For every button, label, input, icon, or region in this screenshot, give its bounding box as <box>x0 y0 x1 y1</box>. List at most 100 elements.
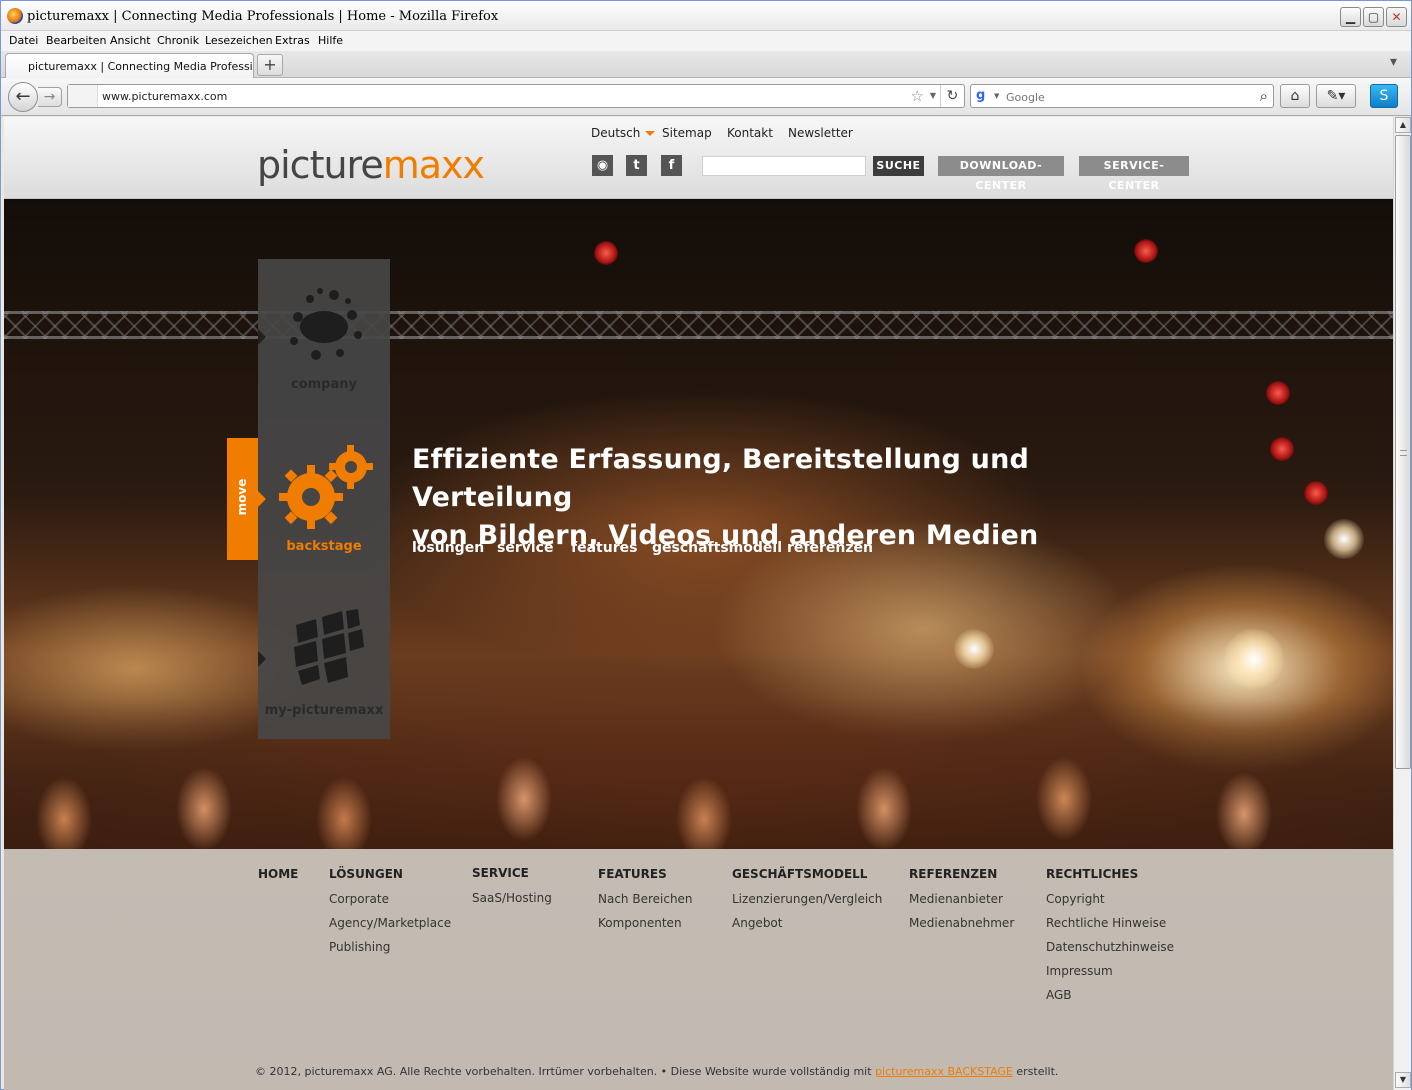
site-logo[interactable]: picturemaxx <box>257 143 485 187</box>
footer-link[interactable]: Nach Bereichen <box>598 892 693 906</box>
nav-newsletter[interactable]: Newsletter <box>788 126 853 140</box>
my-picturemaxx-label[interactable]: my-picturemaxx <box>258 703 390 718</box>
stage-spotlight-image <box>954 629 994 669</box>
footer-link[interactable]: Copyright <box>1046 892 1105 906</box>
window-title: picturemaxx | Connecting Media Professio… <box>27 9 499 24</box>
google-engine-icon[interactable]: g <box>976 88 992 104</box>
menu-lesezeichen[interactable]: Lesezeichen <box>205 34 273 47</box>
footer-link[interactable]: SaaS/Hosting <box>472 891 552 905</box>
company-label[interactable]: company <box>258 377 390 392</box>
company-splash-icon <box>290 288 362 360</box>
navigation-toolbar: ← → www.picturemaxx.com ☆ ▼ ↻ g ▼ Google… <box>1 78 1411 116</box>
footer-link[interactable]: Medienanbieter <box>909 892 1003 906</box>
stage-light-image <box>1266 381 1290 405</box>
backstage-link[interactable]: picturemaxx BACKSTAGE <box>875 1065 1013 1078</box>
footer-link[interactable]: AGB <box>1046 988 1072 1002</box>
stage-light-image <box>594 241 618 265</box>
footer-link[interactable]: Rechtliche Hinweise <box>1046 916 1166 930</box>
footer-heading-home[interactable]: HOME <box>258 867 298 881</box>
chevron-down-icon <box>645 131 656 136</box>
stage-spotlight-image <box>1224 629 1284 689</box>
footer-link[interactable]: Medienabnehmer <box>909 916 1014 930</box>
facebook-icon[interactable]: f <box>661 155 682 176</box>
footer-link[interactable]: Datenschutzhinweise <box>1046 940 1174 954</box>
stage-light-image <box>1304 481 1328 505</box>
home-icon[interactable]: ⌂ <box>1280 84 1310 108</box>
footer-heading-features[interactable]: FEATURES <box>598 867 667 881</box>
browser-window: picturemaxx | Connecting Media Professio… <box>0 0 1412 1090</box>
download-center-button[interactable]: DOWNLOAD-CENTER <box>938 156 1064 192</box>
url-bar[interactable]: www.picturemaxx.com ☆ ▼ ↻ <box>67 84 965 108</box>
vertical-scrollbar[interactable]: ▲ ▼ <box>1393 117 1411 1090</box>
tab-bar: picturemaxx | Connecting Media Professio… <box>1 51 1411 78</box>
subnav-referenzen[interactable]: referenzen <box>787 540 873 556</box>
footer-link[interactable]: Agency/Marketplace <box>329 916 451 930</box>
footer-heading-rechtliches[interactable]: RECHTLICHES <box>1046 867 1138 881</box>
close-button[interactable]: ✕ <box>1386 7 1407 27</box>
tab-picturemaxx[interactable]: picturemaxx | Connecting Media Professio… <box>5 53 254 78</box>
footer-link[interactable]: Impressum <box>1046 964 1113 978</box>
copyright-end: erstellt. <box>1016 1065 1059 1078</box>
menu-datei[interactable]: Datei <box>9 34 38 47</box>
rss-icon[interactable]: ◉ <box>592 155 613 176</box>
twitter-icon[interactable]: t <box>626 155 647 176</box>
scroll-thumb[interactable] <box>1395 135 1411 769</box>
subnav-service[interactable]: service <box>497 540 553 556</box>
search-placeholder[interactable]: Google <box>1006 91 1045 104</box>
footer-heading-service[interactable]: SERVICE <box>472 866 529 880</box>
site-search-input[interactable] <box>702 156 866 176</box>
footer-heading-loesungen[interactable]: LÖSUNGEN <box>329 867 403 881</box>
nav-sitemap[interactable]: Sitemap <box>662 126 712 140</box>
footer-link[interactable]: Corporate <box>329 892 389 906</box>
backstage-gears-icon <box>279 445 373 529</box>
url-text[interactable]: www.picturemaxx.com <box>102 90 227 103</box>
language-selector[interactable]: Deutsch <box>591 126 656 140</box>
footer-link[interactable]: Komponenten <box>598 916 682 930</box>
search-bar[interactable]: g ▼ Google ⌕ <box>970 84 1274 108</box>
site-identity-icon[interactable] <box>68 85 98 107</box>
my-picturemaxx-item[interactable] <box>258 603 390 703</box>
url-history-dropdown-icon[interactable]: ▼ <box>930 91 936 100</box>
back-button[interactable]: ← <box>8 82 38 112</box>
bookmark-star-icon[interactable]: ☆ <box>911 87 924 105</box>
engine-dropdown-icon[interactable]: ▼ <box>994 92 999 100</box>
search-button[interactable]: SUCHE <box>873 156 924 176</box>
footer-link[interactable]: Publishing <box>329 940 390 954</box>
menu-chronik[interactable]: Chronik <box>157 34 199 47</box>
menu-extras[interactable]: Extras <box>275 34 310 47</box>
reload-icon[interactable]: ↻ <box>940 85 964 107</box>
backstage-item[interactable] <box>258 441 390 541</box>
forward-button[interactable]: → <box>38 87 62 107</box>
move-label: move <box>235 478 249 516</box>
menu-hilfe[interactable]: Hilfe <box>318 34 343 47</box>
stage-light-image <box>1134 239 1158 263</box>
footer-heading-geschaeftsmodell[interactable]: GESCHÄFTSMODELL <box>732 867 867 881</box>
tab-groups-icon[interactable]: ▾ <box>1390 54 1397 70</box>
footer-heading-referenzen[interactable]: REFERENZEN <box>909 867 997 881</box>
footer-link[interactable]: Angebot <box>732 916 782 930</box>
move-tab[interactable]: move <box>227 438 258 560</box>
menu-bearbeiten[interactable]: Bearbeiten <box>46 34 106 47</box>
stage-light-image <box>1270 437 1294 461</box>
nav-kontakt[interactable]: Kontakt <box>727 126 773 140</box>
hero-headline: Effiziente Erfassung, Bereitstellung und… <box>412 441 1172 555</box>
subnav-features[interactable]: features <box>571 540 637 556</box>
service-center-button[interactable]: SERVICE-CENTER <box>1079 156 1189 192</box>
backstage-label[interactable]: backstage <box>258 539 390 554</box>
logo-text-picture: picture <box>257 143 384 187</box>
subnav-geschaeftsmodell[interactable]: geschäftsmodell <box>652 540 782 556</box>
scroll-down-arrow[interactable]: ▼ <box>1395 1072 1411 1088</box>
minimize-button[interactable]: ▁ <box>1340 7 1361 27</box>
search-magnifier-icon[interactable]: ⌕ <box>1260 87 1268 105</box>
new-tab-button[interactable]: + <box>257 54 283 76</box>
subnav-loesungen[interactable]: lösungen <box>412 540 484 556</box>
addon-toolbar-icon[interactable]: ✎▾ <box>1316 84 1356 108</box>
maximize-button[interactable]: ▢ <box>1363 7 1384 27</box>
stage-spotlight-image <box>1324 519 1364 559</box>
company-item[interactable] <box>258 285 390 373</box>
scroll-up-arrow[interactable]: ▲ <box>1395 117 1411 133</box>
menu-ansicht[interactable]: Ansicht <box>110 34 151 47</box>
footer-link[interactable]: Lizenzierungen/Vergleich <box>732 892 882 906</box>
title-bar: picturemaxx | Connecting Media Professio… <box>1 1 1411 31</box>
skype-icon[interactable]: S <box>1370 84 1398 108</box>
